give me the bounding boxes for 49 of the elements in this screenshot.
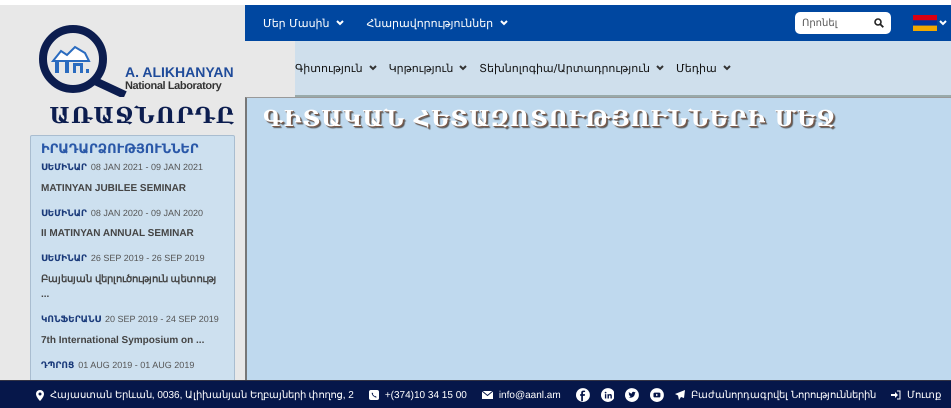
event-category: ՍԵՄԻՆԱՐ (41, 163, 87, 175)
twitter-icon[interactable] (625, 386, 640, 404)
logo-title: A. ALIKHANYAN (125, 64, 234, 80)
caret-icon (722, 65, 731, 71)
event-category: ՍԵՄԻՆԱՐ (41, 208, 87, 220)
caret-icon (459, 65, 468, 71)
caret-icon (939, 20, 947, 26)
envelope-icon (482, 391, 493, 399)
event-category: ԴՊՐՈՑ (41, 360, 74, 372)
nav-menu-item[interactable]: Հնարավորություններ (366, 16, 508, 30)
nav-menu-item[interactable]: Մեր Մասին (263, 16, 344, 30)
caret-icon (656, 65, 664, 71)
event-title[interactable]: MATINYAN JUBILEE SEMINAR (41, 180, 224, 196)
event-category: ԿՈՆՖԵՐԱՆՍ (41, 315, 102, 327)
caret-icon (368, 65, 377, 71)
sidebar-title: ԱՌԱՋՆՈՐԴԸ (49, 103, 235, 129)
search-field[interactable]: Որոնել (795, 12, 891, 34)
search-icon (874, 18, 884, 28)
youtube-icon[interactable] (650, 386, 664, 404)
sign-in-icon (890, 390, 901, 400)
nav-menu-item[interactable]: Կրթություն (388, 62, 468, 74)
event-dates: 01 AUG 2019 - 01 AUG 2019 (78, 360, 194, 370)
nav-menu-item[interactable]: Մեդիա (676, 62, 731, 74)
location-pin-icon (36, 390, 44, 400)
event-dates: 08 JAN 2020 - 09 JAN 2020 (90, 208, 203, 218)
event-title[interactable]: Բայեսյան վերլուծություն պետությ ... (41, 272, 224, 302)
event-dates: 26 SEP 2019 - 26 SEP 2019 (90, 253, 205, 264)
flag-icon[interactable] (913, 15, 937, 31)
facebook-icon[interactable] (576, 386, 590, 404)
login-link[interactable]: Մուտք (906, 389, 941, 401)
nav-menu-item[interactable]: Գիտություն (295, 62, 377, 74)
page-heading: ԳԻՏԱԿԱՆ ՀԵՏԱԶՈՏՈՒԹՅՈՒՆՆԵՐԻ ՄԵՋ (262, 105, 836, 132)
nav-menu-item[interactable]: Տեխնոլոգիա/Արտադրություն (479, 62, 664, 74)
caret-icon (336, 20, 344, 26)
subscribe-link[interactable]: Բաժանորդագրվել Նորություններին (691, 389, 876, 401)
phone-icon (368, 390, 379, 400)
address-text: Հայաստան Երևան, 0036, Ալիխանյան Եղբայների փողոց, 2 (50, 389, 354, 401)
caret-icon (500, 20, 508, 26)
email-link[interactable]: info@aanl.am (498, 390, 561, 400)
event-title[interactable]: 7th International Symposium on ... (41, 332, 224, 348)
linkedin-icon[interactable] (600, 386, 614, 404)
logo-subtitle: National Laboratory (125, 80, 222, 92)
panel-title: ԻՐԱԴԱՐՁՈՒԹՅՈՒՆՆԵՐ (41, 142, 200, 157)
event-title[interactable]: II MATINYAN ANNUAL SEMINAR (41, 226, 224, 242)
event-category: ՍԵՄԻՆԱՐ (41, 254, 87, 266)
event-dates: 20 SEP 2019 - 24 SEP 2019 (105, 314, 219, 324)
event-dates: 08 JAN 2021 - 09 JAN 2021 (90, 162, 203, 172)
phone-text: +(374)10 34 15 00 (384, 390, 467, 400)
paper-plane-icon (675, 390, 686, 400)
